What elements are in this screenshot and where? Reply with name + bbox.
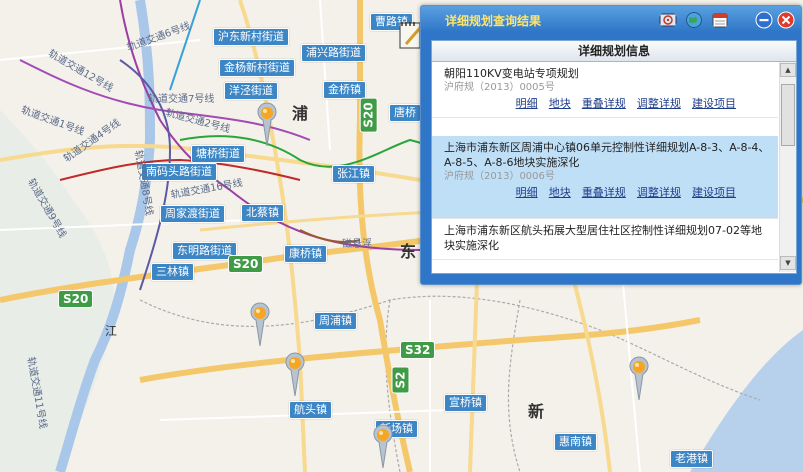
area-label[interactable]: 浦兴路街道 [301,44,366,62]
highway-shield: S2 [391,366,410,394]
plan-doc-number: 沪府规（2013）0005号 [444,82,555,93]
list-item[interactable]: 朝阳110KV变电站专项规划 沪府规（2013）0005号 明细 地块 重叠详规… [432,62,778,118]
map-pin[interactable] [628,356,650,400]
results-window[interactable]: 详细规划查询结果 详细规划信息 朝阳110KV变电站专项规划 沪府规（2013）… [420,5,802,285]
area-label[interactable]: 金桥镇 [323,81,366,99]
area-label[interactable]: 惠南镇 [554,433,597,451]
window-title: 详细规划查询结果 [445,14,542,28]
adjusted-plan-link[interactable]: 调整详规 [637,97,681,110]
detail-link[interactable]: 明细 [516,186,538,199]
area-label[interactable]: 宣桥镇 [444,394,487,412]
highway-shield: S32 [400,341,436,359]
overlap-plan-link[interactable]: 重叠详规 [582,186,626,199]
highway-shield: S20 [228,255,264,273]
map-pin[interactable] [372,424,394,468]
adjusted-plan-link[interactable]: 调整详规 [637,186,681,199]
plan-links: 明细 地块 重叠详规 调整详规 建设项目 [444,95,770,111]
area-label[interactable]: 周浦镇 [314,312,357,330]
scroll-down-icon[interactable]: ▼ [780,256,796,270]
area-label[interactable]: 老港镇 [670,450,713,468]
highway-shield: S20 [58,290,94,308]
district-label: 东 [400,242,417,261]
area-label[interactable]: 周家渡街道 [160,205,225,223]
plan-title[interactable]: 上海市浦东新区周浦中心镇06单元控制性详细规划A-8-3、A-8-4、A-8-5… [444,140,770,170]
plan-doc-number: 沪府规（2013）0006号 [444,171,555,182]
area-label[interactable]: 航头镇 [289,401,332,419]
area-label[interactable]: 张江镇 [332,165,375,183]
district-label: 新 [528,402,545,421]
district-label: 浦 [292,104,309,123]
globe-icon[interactable] [685,11,703,29]
minimize-icon[interactable] [755,11,773,29]
district-label: 江 [105,324,118,338]
plan-title[interactable]: 上海市浦东新区航头拓展大型居住社区控制性详细规划07-02等地块实施深化 [444,223,770,253]
area-label[interactable]: 康桥镇 [284,245,327,263]
plan-links: 明细 地块 重叠详规 调整详规 建设项目 [444,184,770,200]
results-body: 详细规划信息 朝阳110KV变电站专项规划 沪府规（2013）0005号 明细 … [431,40,797,274]
list-item[interactable]: 上海市浦东新区航头拓展大型居住社区控制性详细规划07-02等地块实施深化 [432,219,778,260]
area-label[interactable]: 唐桥 [389,104,421,122]
list-item-selected[interactable]: 上海市浦东新区周浦中心镇06单元控制性详细规划A-8-3、A-8-4、A-8-5… [432,136,778,219]
scroll-thumb[interactable] [781,84,795,146]
map-pin[interactable] [249,302,271,346]
parcel-link[interactable]: 地块 [549,97,571,110]
area-label[interactable]: 南码头路街道 [141,163,217,181]
scroll-up-icon[interactable]: ▲ [780,63,796,77]
close-icon[interactable] [777,11,795,29]
detail-link[interactable]: 明细 [516,97,538,110]
locate-icon[interactable] [659,11,677,29]
overlap-plan-link[interactable]: 重叠详规 [582,97,626,110]
area-label[interactable]: 塘桥街道 [191,145,245,163]
area-label[interactable]: 沪东新村街道 [213,28,289,46]
list-scrollbar[interactable]: ▲ ▼ [779,62,796,272]
rail-label: 轨道交通7号线 [148,94,215,105]
map-pin[interactable] [284,352,306,396]
plan-title[interactable]: 朝阳110KV变电站专项规划 [444,66,770,81]
parcel-link[interactable]: 地块 [549,186,571,199]
area-label[interactable]: 洋泾街道 [224,82,278,100]
results-list[interactable]: 朝阳110KV变电站专项规划 沪府规（2013）0005号 明细 地块 重叠详规… [432,62,778,272]
row-padding [444,200,770,212]
area-label[interactable]: 北蔡镇 [241,204,284,222]
calendar-icon[interactable] [711,11,729,29]
highway-shield: S20 [359,97,378,133]
area-label[interactable]: 金杨新村街道 [219,59,295,77]
map-pin[interactable] [256,102,278,146]
construction-project-link[interactable]: 建设项目 [692,186,736,199]
area-label[interactable]: 三林镇 [151,263,194,281]
rail-label: 磁悬浮 [342,239,372,250]
list-header: 详细规划信息 [432,41,796,62]
construction-project-link[interactable]: 建设项目 [692,97,736,110]
